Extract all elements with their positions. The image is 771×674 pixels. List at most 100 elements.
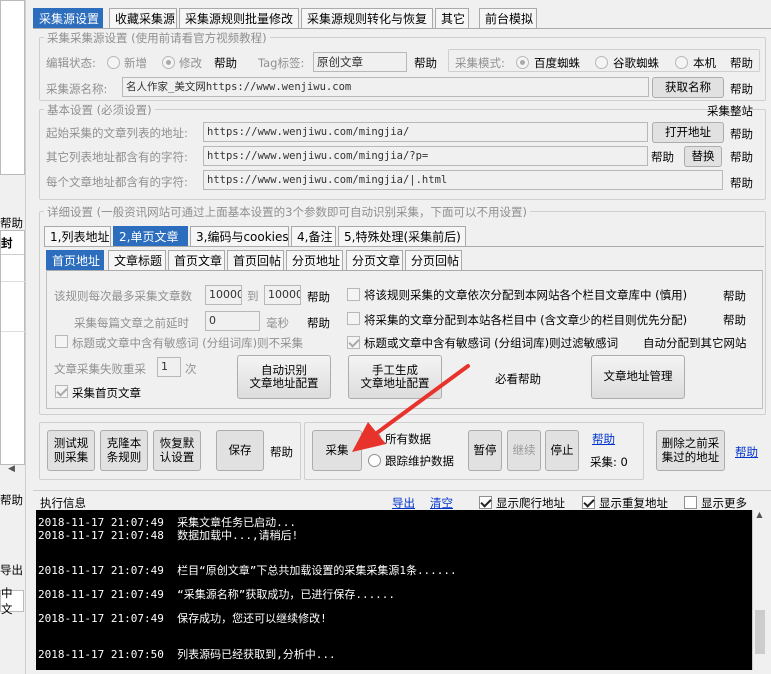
tab-other[interactable]: 其它 xyxy=(435,8,469,28)
tag-input[interactable]: 原创文章 xyxy=(313,52,407,72)
detail-tab-encoding[interactable]: 3,编码与cookies xyxy=(190,226,289,246)
tag-label: Tag标签: xyxy=(258,56,305,70)
article-url-manage-button[interactable]: 文章地址管理 xyxy=(591,355,685,399)
article-chars-label: 每个文章地址都含有的字符: xyxy=(46,175,188,189)
subtab-page-reply[interactable]: 分页回帖 xyxy=(405,250,462,270)
collect-help-link[interactable]: 帮助 xyxy=(592,431,615,447)
log-line: 2018-11-17 21:07:49 保存成功，您还可以继续修改! xyxy=(38,612,327,625)
sensitive-filter-checkbox[interactable] xyxy=(347,336,360,349)
show-more-checkbox[interactable] xyxy=(684,496,697,509)
source-name-input[interactable]: 名人作家_美文网https://www.wenjiwu.com xyxy=(122,77,649,97)
radio-new[interactable] xyxy=(107,56,120,69)
delay-help-link[interactable]: 帮助 xyxy=(307,315,330,331)
left-help-link-2[interactable]: 帮助 xyxy=(0,492,23,508)
scroll-up-icon[interactable]: ▲ xyxy=(753,510,766,524)
edit-state-label: 编辑状态: xyxy=(46,56,96,70)
log-scrollbar[interactable]: ▲ xyxy=(752,510,766,670)
left-export[interactable]: 导出 xyxy=(0,562,23,578)
show-dup-label: 显示重复地址 xyxy=(599,496,668,510)
times-label: 次 xyxy=(185,362,197,376)
article-chars-input[interactable]: https://www.wenjiwu.com/mingjia/|.html xyxy=(203,170,723,190)
detail-tab-special[interactable]: 5,特殊处理(采集前后) xyxy=(338,226,466,246)
radio-edit-label: 修改 xyxy=(179,56,202,70)
radio-google[interactable] xyxy=(595,56,608,69)
radio-baidu-label: 百度蜘蛛 xyxy=(534,56,580,70)
show-more-label: 显示更多 xyxy=(701,496,747,510)
radio-local[interactable] xyxy=(675,56,688,69)
detail-tab-notes[interactable]: 4,备注 xyxy=(291,226,336,246)
test-rule-button[interactable]: 测试规 则采集 xyxy=(47,430,95,471)
replace-button[interactable]: 替换 xyxy=(684,146,722,167)
delete-help-link[interactable]: 帮助 xyxy=(735,444,758,460)
start-url-input[interactable]: https://www.wenjiwu.com/mingjia/ xyxy=(203,122,648,142)
show-crawl-label: 显示爬行地址 xyxy=(496,496,565,510)
detail-settings-title: 详细设置 (一般资讯网站可通过上面基本设置的3个参数即可自动识别采集，下面可以不… xyxy=(44,204,530,220)
log-clear-link[interactable]: 清空 xyxy=(430,495,453,511)
max-articles-help-link[interactable]: 帮助 xyxy=(307,289,330,305)
tab-frontend-sim[interactable]: 前台模拟 xyxy=(479,8,537,28)
tab-batch-edit[interactable]: 采集源规则批量修改 xyxy=(179,8,299,28)
left-list-box[interactable] xyxy=(0,0,25,175)
distribute-least-help-link[interactable]: 帮助 xyxy=(723,312,746,328)
stop-button[interactable]: 停止 xyxy=(545,430,579,471)
log-line: 2018-11-17 21:07:48 数据加载中...,请稍后! xyxy=(38,529,299,542)
scroll-thumb[interactable] xyxy=(755,610,765,654)
delay-input[interactable]: 0 xyxy=(205,311,260,331)
subtab-home-reply[interactable]: 首页回帖 xyxy=(227,250,284,270)
tab-source-settings[interactable]: 采集源设置 xyxy=(33,8,103,28)
tab-favorites[interactable]: 收藏采集源 xyxy=(109,8,177,28)
distribute-least-checkbox[interactable] xyxy=(347,312,360,325)
list-chars-help-link-2[interactable]: 帮助 xyxy=(730,149,753,165)
save-help-link[interactable]: 帮助 xyxy=(270,444,293,460)
log-export-link[interactable]: 导出 xyxy=(392,495,415,511)
detail-tab-single-article[interactable]: 2,单页文章 xyxy=(113,226,188,246)
clone-rule-button[interactable]: 克隆本 条规则 xyxy=(100,430,148,471)
restore-default-button[interactable]: 恢复默 认设置 xyxy=(153,430,201,471)
distribute-help-link[interactable]: 帮助 xyxy=(723,288,746,304)
mode-label: 采集模式: xyxy=(455,56,505,70)
retry-input[interactable]: 1 xyxy=(157,357,181,377)
log-console[interactable]: 2018-11-17 21:07:49 采集文章任务已启动... 2018-11… xyxy=(36,510,766,670)
show-crawl-checkbox[interactable] xyxy=(479,496,492,509)
radio-google-label: 谷歌蜘蛛 xyxy=(613,56,659,70)
save-button[interactable]: 保存 xyxy=(216,430,264,471)
left-chinese[interactable]: 中文 xyxy=(0,586,24,616)
left-help-link[interactable]: 帮助 xyxy=(0,215,23,231)
continue-button[interactable]: 继续 xyxy=(507,430,541,471)
name-help-link[interactable]: 帮助 xyxy=(730,81,753,97)
start-url-help-link[interactable]: 帮助 xyxy=(730,126,753,142)
subtab-page-url[interactable]: 分页地址 xyxy=(286,250,343,270)
subtab-home-article[interactable]: 首页文章 xyxy=(168,250,225,270)
mode-help-link[interactable]: 帮助 xyxy=(730,55,753,71)
collect-whole-site-link[interactable]: 采集整站 xyxy=(707,103,753,119)
tag-help-link[interactable]: 帮助 xyxy=(414,55,437,71)
open-url-button[interactable]: 打开地址 xyxy=(652,122,724,143)
subtab-article-title[interactable]: 文章标题 xyxy=(108,250,166,270)
source-name-label: 采集源名称: xyxy=(46,82,108,96)
list-chars-input[interactable]: https://www.wenjiwu.com/mingjia/?p= xyxy=(203,146,648,166)
article-chars-help-link[interactable]: 帮助 xyxy=(730,175,753,191)
get-name-button[interactable]: 获取名称 xyxy=(652,77,724,98)
tab-convert-restore[interactable]: 采集源规则转化与恢复 xyxy=(301,8,433,28)
delete-collected-button[interactable]: 删除之前采 集过的地址 xyxy=(656,430,725,471)
subtab-home-url[interactable]: 首页地址 xyxy=(46,250,104,270)
subtab-page-article[interactable]: 分页文章 xyxy=(346,250,403,270)
detail-tab-list-url[interactable]: 1,列表地址 xyxy=(44,226,111,246)
left-scroll-arrow[interactable]: ◀ xyxy=(8,464,15,474)
radio-new-label: 新增 xyxy=(124,56,147,70)
sensitive-skip-checkbox[interactable] xyxy=(55,335,68,348)
collect-first-checkbox[interactable] xyxy=(55,385,68,398)
sensitive-skip-label: 标题或文章中含有敏感词 (分组词库)则不采集 xyxy=(72,336,304,350)
distribute-checkbox[interactable] xyxy=(347,288,360,301)
radio-baidu[interactable] xyxy=(516,56,529,69)
retry-label: 文章采集失败重采 xyxy=(54,362,146,376)
auto-detect-button[interactable]: 自动识别 文章地址配置 xyxy=(237,355,331,399)
max-articles-to-input[interactable]: 10000 xyxy=(264,285,301,305)
must-read-help-link[interactable]: 必看帮助 xyxy=(495,371,541,387)
to-label: 到 xyxy=(247,289,259,303)
list-chars-help-link[interactable]: 帮助 xyxy=(651,149,674,165)
edit-help-link[interactable]: 帮助 xyxy=(214,55,237,71)
show-dup-checkbox[interactable] xyxy=(582,496,595,509)
max-articles-from-input[interactable]: 10000 xyxy=(205,285,242,305)
radio-edit[interactable] xyxy=(162,56,175,69)
